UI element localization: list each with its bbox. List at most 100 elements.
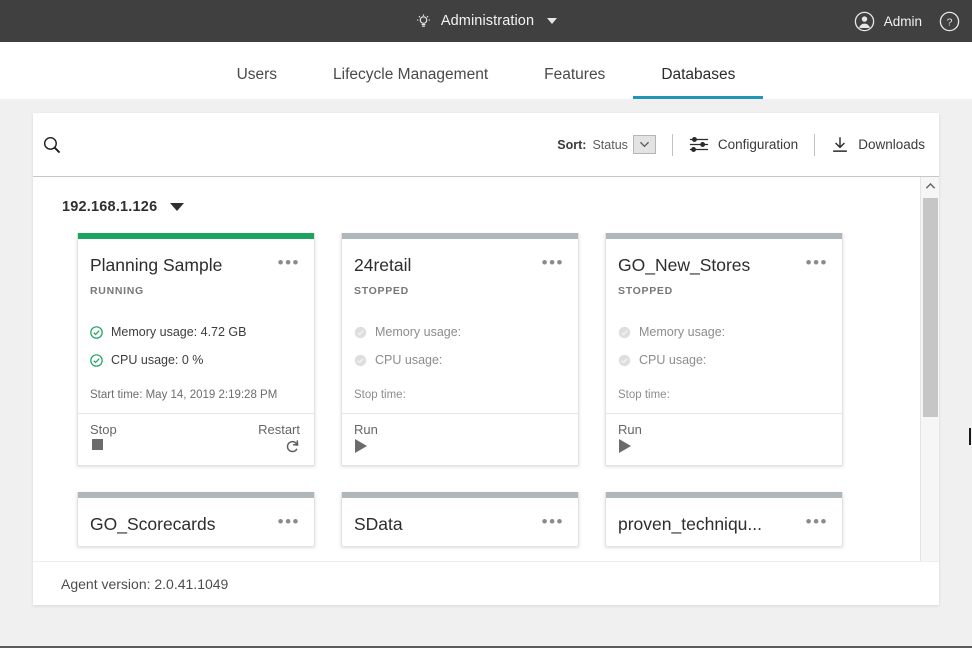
- memory-usage-label: Memory usage: 4.72 GB: [111, 325, 247, 340]
- run-button[interactable]: Run: [618, 422, 642, 454]
- card-title: Planning Sample: [90, 255, 223, 275]
- restart-button[interactable]: Restart: [258, 423, 300, 454]
- top-navigation-bar: Administration Admin ?: [0, 0, 972, 42]
- cpu-usage-label: CPU usage:: [639, 353, 707, 368]
- card-time-label: Start time: May 14, 2019 2:19:28 PM: [90, 389, 278, 402]
- database-card[interactable]: proven_techniqu... •••: [605, 492, 843, 548]
- cpu-usage-label: CPU usage:: [375, 353, 443, 368]
- download-icon: [833, 136, 848, 152]
- stop-square-icon: [92, 439, 103, 451]
- database-card-grid: Planning Sample ••• RUNNING Memory usage…: [33, 215, 913, 548]
- memory-usage-row: Memory usage:: [618, 325, 828, 339]
- text-cursor: [969, 428, 971, 445]
- host-header[interactable]: 192.168.1.126: [33, 177, 939, 215]
- vertical-scrollbar[interactable]: [920, 177, 939, 581]
- user-area: Admin ?: [854, 0, 960, 42]
- configuration-button[interactable]: Configuration: [689, 136, 798, 153]
- cpu-usage-label: CPU usage: 0 %: [111, 353, 204, 368]
- play-icon: [619, 439, 631, 454]
- card-title: SData: [354, 514, 403, 535]
- host-name-label: 192.168.1.126: [62, 199, 158, 215]
- card-action-bar: Run: [342, 413, 578, 465]
- card-metrics: Memory usage: CPU usage:: [618, 325, 828, 367]
- toolbar-divider-1: [671, 133, 673, 156]
- card-title: proven_techniqu...: [618, 514, 762, 535]
- card-header: GO_New_Stores •••: [618, 254, 828, 275]
- search-input[interactable]: [71, 129, 558, 160]
- scroll-up-button[interactable]: [921, 177, 939, 194]
- database-card[interactable]: SData •••: [341, 492, 579, 548]
- card-header: proven_techniqu... •••: [618, 513, 828, 535]
- admin-menu[interactable]: Administration: [0, 0, 972, 42]
- card-action-bar: Stop Restart: [78, 413, 314, 465]
- downloads-button[interactable]: Downloads: [831, 136, 925, 154]
- avatar-icon[interactable]: [854, 11, 875, 32]
- card-body: GO_Scorecards •••: [78, 498, 314, 546]
- memory-usage-label: Memory usage:: [375, 325, 462, 340]
- configuration-label: Configuration: [717, 137, 799, 152]
- scrollbar-thumb[interactable]: [923, 198, 938, 417]
- memory-usage-row: Memory usage: 4.72 GB: [90, 325, 300, 339]
- card-metrics: Memory usage: CPU usage:: [354, 325, 564, 367]
- memory-usage-row: Memory usage:: [354, 325, 564, 339]
- database-card[interactable]: 24retail ••• STOPPED Memory usage: CPU u…: [341, 233, 579, 467]
- database-card[interactable]: GO_Scorecards •••: [77, 492, 315, 548]
- chevron-up-icon: [925, 182, 936, 189]
- more-options-icon[interactable]: •••: [278, 513, 300, 530]
- settings-bulb-icon: [416, 14, 430, 27]
- card-body: Planning Sample ••• RUNNING Memory usage…: [78, 239, 314, 401]
- card-time-label: Stop time:: [618, 389, 670, 402]
- toolbar-actions: Sort: Status Configuration Downloads: [557, 133, 925, 156]
- card-header: Planning Sample •••: [90, 254, 300, 275]
- tab-databases[interactable]: Databases: [633, 66, 764, 99]
- card-header: 24retail •••: [354, 254, 564, 275]
- check-circle-disabled-icon: [354, 354, 367, 366]
- card-title: 24retail: [354, 255, 412, 275]
- card-body: 24retail ••• STOPPED Memory usage: CPU u…: [342, 239, 578, 401]
- sort-dropdown[interactable]: [632, 135, 656, 154]
- database-card[interactable]: GO_New_Stores ••• STOPPED Memory usage:: [605, 233, 843, 467]
- admin-menu-label: Administration: [440, 13, 535, 29]
- agent-version-label: Agent version: 2.0.41.1049: [61, 575, 229, 592]
- check-circle-disabled-icon: [354, 326, 367, 338]
- memory-usage-label: Memory usage:: [639, 325, 726, 340]
- card-time-label: Stop time:: [354, 389, 406, 402]
- play-icon: [355, 439, 367, 454]
- run-button[interactable]: Run: [354, 423, 378, 454]
- sort-value: Status: [592, 137, 628, 152]
- card-status-label: RUNNING: [90, 285, 144, 298]
- card-title: GO_New_Stores: [618, 255, 751, 275]
- restart-icon: [286, 440, 299, 453]
- caret-down-icon[interactable]: [170, 203, 185, 211]
- tab-features[interactable]: Features: [516, 66, 633, 99]
- cpu-usage-row: CPU usage:: [354, 353, 564, 367]
- search-icon[interactable]: [41, 134, 63, 156]
- more-options-icon[interactable]: •••: [542, 254, 564, 271]
- help-circle-icon[interactable]: ?: [939, 11, 960, 32]
- tab-users[interactable]: Users: [209, 66, 305, 99]
- application-window: Administration Admin ? Users Lifecycle M…: [0, 0, 972, 648]
- run-label: Run: [618, 422, 642, 438]
- more-options-icon[interactable]: •••: [806, 513, 828, 530]
- main-tab-bar: Users Lifecycle Management Features Data…: [0, 42, 972, 99]
- caret-down-icon[interactable]: [547, 18, 558, 24]
- cpu-usage-row: CPU usage: 0 %: [90, 353, 300, 367]
- card-header: GO_Scorecards •••: [90, 513, 300, 535]
- more-options-icon[interactable]: •••: [806, 254, 828, 271]
- card-body: proven_techniqu... •••: [606, 498, 842, 546]
- tab-lifecycle-management[interactable]: Lifecycle Management: [305, 66, 516, 99]
- card-body: GO_New_Stores ••• STOPPED Memory usage:: [606, 239, 842, 401]
- stop-button[interactable]: Stop: [90, 423, 117, 451]
- card-header: SData •••: [354, 513, 564, 535]
- check-circle-icon: [90, 325, 103, 339]
- sliders-icon: [689, 137, 708, 152]
- card-title: GO_Scorecards: [90, 514, 216, 535]
- more-options-icon[interactable]: •••: [542, 513, 564, 530]
- more-options-icon[interactable]: •••: [278, 254, 300, 271]
- downloads-label: Downloads: [858, 137, 925, 152]
- panel-footer: Agent version: 2.0.41.1049: [33, 561, 939, 605]
- databases-panel: Sort: Status Configuration Downloads 192…: [33, 113, 939, 605]
- chevron-down-icon: [639, 141, 649, 148]
- database-card[interactable]: Planning Sample ••• RUNNING Memory usage…: [77, 233, 315, 467]
- sort-label: Sort:: [557, 137, 587, 152]
